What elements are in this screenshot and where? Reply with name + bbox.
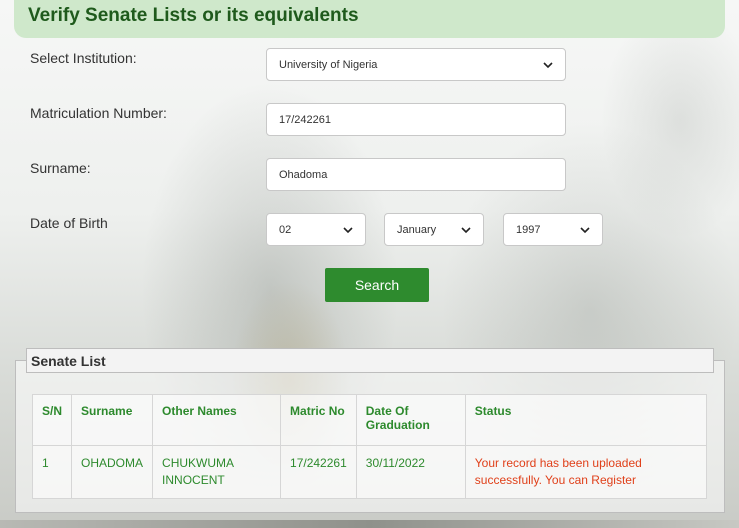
table-row: 1 OHADOMA CHUKWUMA INNOCENT 17/242261 30…: [31, 445, 708, 499]
cell-matric-no: 17/242261: [280, 445, 357, 499]
col-header-sn: S/N: [31, 394, 73, 446]
chevron-down-icon: [580, 226, 590, 233]
dob-year-value: 1997: [516, 223, 541, 236]
dob-year-select[interactable]: 1997: [503, 213, 603, 246]
col-header-other-names: Other Names: [152, 394, 282, 446]
dob-month-select[interactable]: January: [384, 213, 484, 246]
dob-day-select[interactable]: 02: [266, 213, 366, 246]
cell-surname: OHADOMA: [71, 445, 154, 499]
cell-sn: 1: [31, 445, 73, 499]
matric-value: 17/242261: [279, 113, 331, 126]
chevron-down-icon: [461, 226, 471, 233]
institution-label: Select Institution:: [30, 50, 137, 66]
col-header-graduation: Date Of Graduation: [355, 394, 466, 446]
matric-label: Matriculation Number:: [30, 105, 167, 121]
chevron-down-icon: [543, 61, 553, 68]
search-button[interactable]: Search: [325, 268, 429, 302]
surname-input[interactable]: Ohadoma: [266, 158, 566, 191]
chevron-down-icon: [343, 226, 353, 233]
institution-value: University of Nigeria: [279, 58, 378, 71]
col-header-status: Status: [464, 394, 708, 446]
senate-list-table: S/N Surname Other Names Matric No Date O…: [31, 394, 708, 499]
cell-other-names: CHUKWUMA INNOCENT: [152, 445, 282, 499]
col-header-surname: Surname: [71, 394, 154, 446]
table-header-row: S/N Surname Other Names Matric No Date O…: [31, 394, 708, 446]
senate-list-legend: Senate List: [26, 348, 714, 373]
page-title: Verify Senate Lists or its equivalents: [28, 5, 359, 26]
matric-input[interactable]: 17/242261: [266, 103, 566, 136]
institution-select[interactable]: University of Nigeria: [266, 48, 566, 81]
cell-graduation: 30/11/2022: [355, 445, 466, 499]
dob-label: Date of Birth: [30, 215, 108, 231]
dob-month-value: January: [397, 223, 437, 236]
surname-value: Ohadoma: [279, 168, 328, 181]
cell-status: Your record has been uploaded successful…: [464, 445, 708, 499]
dob-day-value: 02: [279, 223, 292, 236]
surname-label: Surname:: [30, 160, 91, 176]
page-header: Verify Senate Lists or its equivalents: [14, 0, 725, 38]
col-header-matric-no: Matric No: [280, 394, 357, 446]
